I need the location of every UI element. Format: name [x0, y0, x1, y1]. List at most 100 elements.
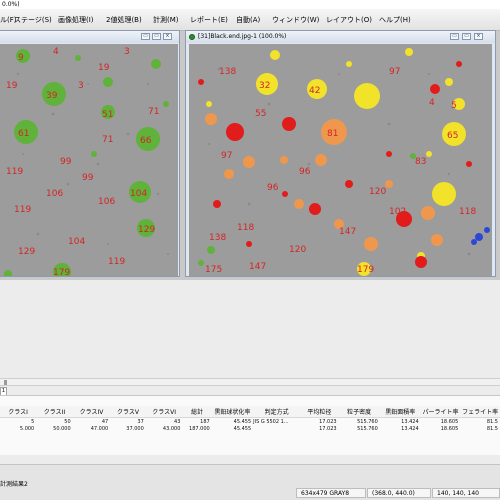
particle-label: 120 — [289, 245, 306, 255]
particle-label: 106 — [98, 197, 115, 207]
particle-label: 32 — [259, 81, 270, 91]
table-row[interactable]: 5.000 50.000 47.000 37.000 43.000 187.00… — [0, 425, 500, 432]
particle-label: 4 — [429, 98, 435, 108]
table-cell: 13.424 — [401, 418, 419, 425]
minimize-icon[interactable]: ▭ — [141, 33, 150, 40]
results-table-panel: クラスI クラスII クラスIV クラスV クラスVI 総計 黒鉛球状化率 判定… — [0, 395, 500, 455]
col-header[interactable]: クラスI — [0, 406, 37, 418]
particle-label: 19 — [98, 63, 110, 73]
right-particle-image[interactable]: 32 42 65 81 55 97 83 96 102 138 120 179 … — [189, 44, 492, 276]
table-cell: 50 — [64, 418, 71, 425]
menu-report[interactable]: レポート(E) — [190, 15, 228, 25]
particle-label: 61 — [18, 129, 29, 139]
particle-label: 55 — [255, 109, 266, 119]
restore-icon[interactable]: ▭ — [152, 33, 161, 40]
particle-label: 51 — [102, 110, 113, 120]
results-tabstrip: 1 — [0, 387, 500, 395]
horizontal-scrollbar[interactable] — [0, 378, 500, 386]
particle-label: 129 — [18, 247, 35, 257]
particle-label: 42 — [309, 86, 320, 96]
right-image-window[interactable]: [31]Black.end.jpg-1 (100.0%) ▭ ▭ × 32 42… — [185, 30, 496, 277]
close-icon[interactable]: × — [474, 33, 483, 40]
table-row[interactable]: 5 50 47 37 43 187 45.455 JIS G 5502 1...… — [0, 418, 500, 426]
col-header[interactable]: 平均粒径 — [300, 406, 339, 418]
particle-label: 99 — [82, 173, 94, 183]
col-header[interactable]: クラスV — [110, 406, 146, 418]
minimize-icon[interactable]: ▭ — [450, 33, 459, 40]
table-cell — [253, 425, 300, 432]
particle-label: 104 — [130, 189, 147, 199]
table-cell: 45.455 — [233, 418, 252, 425]
table-cell: 37 — [137, 418, 144, 425]
col-header[interactable]: 粒子密度 — [338, 406, 380, 418]
particle-label: 3 — [124, 47, 130, 57]
col-header[interactable]: フェライト率 — [460, 406, 500, 418]
table-cell: 187.000 — [189, 425, 210, 432]
status-bar: 計測結果2 634x479 GRAY8 (368.0, 440.0) 140, … — [0, 464, 500, 500]
table-cell: 81.5 — [486, 418, 498, 425]
table-cell: 18.605 — [440, 418, 459, 425]
results-table: クラスI クラスII クラスIV クラスV クラスVI 総計 黒鉛球状化率 判定… — [0, 406, 500, 432]
col-header[interactable]: 黒鉛面積率 — [379, 406, 421, 418]
particle-label: 129 — [138, 225, 155, 235]
particle-label: 9 — [18, 53, 24, 63]
particle-label: 39 — [46, 91, 58, 101]
tab-results-1[interactable]: 1 — [0, 387, 7, 395]
table-cell: 43.000 — [162, 425, 181, 432]
menu-window[interactable]: ウィンドウ(W) — [272, 15, 319, 25]
image-background — [0, 44, 178, 276]
menu-layout[interactable]: レイアウト(O) — [326, 15, 372, 25]
col-header[interactable]: 総計 — [182, 406, 212, 418]
col-header[interactable]: クラスII — [36, 406, 73, 418]
particle-label: 19 — [6, 81, 18, 91]
particle-label: 102 — [389, 207, 406, 217]
menu-stage[interactable]: ステージ(S) — [14, 15, 52, 25]
table-cell: 13.424 — [401, 425, 419, 432]
table-cell: JIS G 5502 1... — [253, 418, 289, 425]
table-cell: 5.000 — [19, 425, 35, 432]
particle-label: 66 — [140, 136, 152, 146]
particle-label: 96 — [299, 167, 311, 177]
col-header[interactable]: 黒鉛球状化率 — [211, 406, 254, 418]
particle-label: 179 — [53, 268, 70, 276]
particle-label: 147 — [249, 262, 266, 272]
menu-binary[interactable]: 2値処理(B) — [106, 15, 142, 25]
particle-label: 71 — [102, 135, 113, 145]
status-image-info: 634x479 GRAY8 — [296, 488, 366, 498]
table-cell: 47.000 — [90, 425, 109, 432]
col-header[interactable]: クラスVI — [145, 406, 183, 418]
table-cell: 18.605 — [440, 425, 459, 432]
menu-help[interactable]: ヘルプ(H) — [379, 15, 411, 25]
restore-icon[interactable]: ▭ — [462, 33, 471, 40]
particle-label: 119 — [6, 167, 23, 177]
menu-auto[interactable]: 自動(A) — [236, 15, 260, 25]
table-cell: 47 — [101, 418, 109, 425]
particle-label: 106 — [46, 189, 63, 199]
table-cell: 81.5 — [486, 425, 498, 432]
close-icon[interactable]: × — [163, 33, 172, 40]
status-cursor-coords: (368.0, 440.0) — [367, 488, 431, 498]
left-image-window[interactable]: ▭ ▭ × 9 4 3 19 39 61 51 66 104 129 179 7… — [0, 30, 180, 277]
particle-label: 138 — [219, 67, 236, 77]
left-window-titlebar[interactable]: ▭ ▭ × — [0, 31, 179, 43]
left-particle-image[interactable]: 9 4 3 19 39 61 51 66 104 129 179 71 99 1… — [0, 44, 178, 276]
table-header-row: クラスI クラスII クラスIV クラスV クラスVI 総計 黒鉛球状化率 判定… — [0, 406, 500, 418]
particle-label: 5 — [451, 101, 457, 111]
particle-label: 104 — [68, 237, 85, 247]
menu-measure[interactable]: 計測(M) — [153, 15, 179, 25]
table-cell: 50.000 — [53, 425, 71, 432]
col-header[interactable]: パーライト率 — [420, 406, 461, 418]
app-title: 0.0%) — [2, 1, 20, 8]
col-header[interactable]: 判定方式 — [253, 406, 301, 418]
status-pixel-value: 140, 140, 140 — [432, 488, 500, 498]
menu-image[interactable]: 画像処理(I) — [58, 15, 94, 25]
scrollbar-thumb[interactable] — [4, 380, 7, 385]
particle-label: 81 — [327, 129, 338, 139]
table-cell: 43 — [174, 418, 181, 425]
col-header[interactable]: クラスIV — [72, 406, 111, 418]
table-cell: 515.760 — [357, 425, 378, 432]
right-window-titlebar[interactable]: [31]Black.end.jpg-1 (100.0%) ▭ ▭ × — [186, 31, 495, 43]
particle-label: 118 — [237, 223, 254, 233]
particle-label: 99 — [60, 157, 72, 167]
table-cell: 187 — [200, 418, 210, 425]
